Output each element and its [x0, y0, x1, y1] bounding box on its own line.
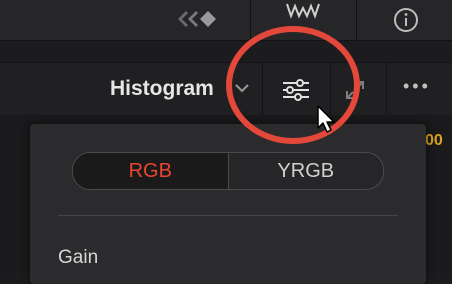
scope-axis-value: 00 [425, 132, 443, 149]
mouse-pointer-icon [317, 105, 335, 133]
divider [356, 0, 357, 40]
divider [58, 215, 398, 216]
scope-settings-popup: RGB YRGB Gain [30, 124, 426, 284]
clip-icon[interactable] [176, 8, 222, 30]
divider [250, 0, 251, 40]
scope-view-dropdown-label[interactable]: Histogram [110, 77, 214, 101]
mode-rgb-button[interactable]: RGB [73, 153, 229, 189]
top-icon-bar [0, 0, 452, 41]
waveform-icon[interactable] [283, 2, 323, 22]
highlight-circle [226, 26, 360, 144]
info-icon[interactable] [392, 6, 420, 34]
more-icon[interactable]: ••• [403, 76, 431, 97]
mode-segmented-control: RGB YRGB [72, 152, 384, 190]
mode-yrgb-button[interactable]: YRGB [229, 153, 384, 189]
divider [386, 63, 387, 115]
gain-label: Gain [58, 247, 99, 268]
